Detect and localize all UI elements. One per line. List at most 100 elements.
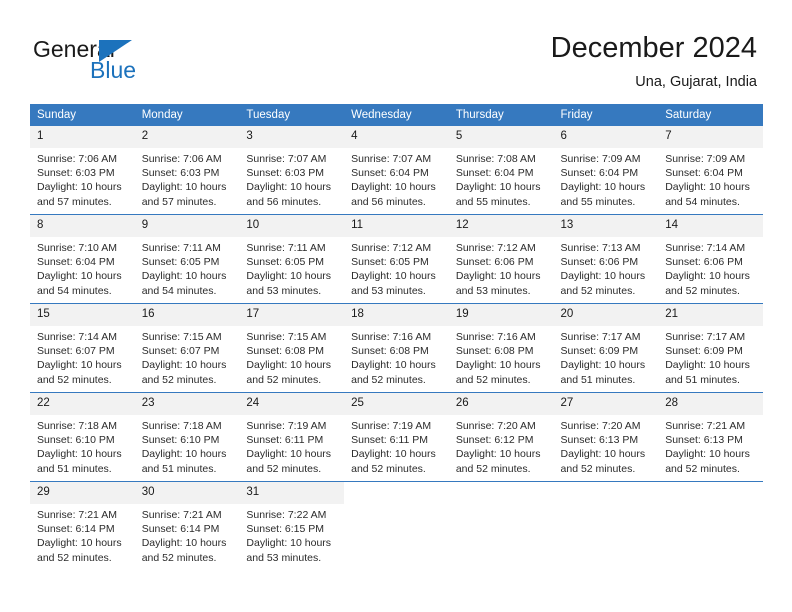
sunset-text: Sunset: 6:03 PM [246,167,325,180]
day-cell-inner: 11 Sunrise: 7:12 AM Sunset: 6:05 PM Dayligh… [344,215,449,303]
day-details: Sunrise: 7:06 AM Sunset: 6:03 PM Daylight:… [135,148,240,209]
day-details: Sunrise: 7:15 AM Sunset: 6:08 PM Daylight:… [239,326,344,387]
calendar-day-cell[interactable]: 30 Sunrise: 7:21 AM Sunset: 6:14 PM Dayligh… [134,481,240,570]
daylight-text-line1: Daylight: 10 hours [455,270,541,283]
calendar-week-row: 15 Sunrise: 7:14 AM Sunset: 6:07 PM Dayligh… [30,303,763,393]
calendar-day-cell[interactable]: 2 Sunrise: 7:06 AM Sunset: 6:03 PM Daylight… [134,126,240,215]
title-block: December 2024 Una, Gujarat, India [551,30,757,93]
calendar-day-cell[interactable]: 11 Sunrise: 7:12 AM Sunset: 6:05 PM Dayligh… [344,214,449,304]
sunset-text: Sunset: 6:07 PM [141,345,220,358]
sunrise-text: Sunrise: 7:17 AM [560,331,641,343]
page-subtitle-location: Una, Gujarat, India [635,74,757,90]
logo-text-blue: Blue [90,57,137,83]
weekday-header-friday: Friday [553,104,659,126]
day-number: 8 [30,215,135,237]
sunrise-text: Sunrise: 7:08 AM [455,153,536,165]
sunrise-text: Sunrise: 7:12 AM [351,242,432,254]
daylight-text-line1: Daylight: 10 hours [455,181,541,194]
daylight-text-line1: Daylight: 10 hours [455,359,541,372]
sunrise-text: Sunrise: 7:15 AM [246,331,327,343]
day-number: 3 [239,126,345,148]
calendar-day-cell[interactable]: 3 Sunrise: 7:07 AM Sunset: 6:03 PM Daylight… [239,126,345,215]
calendar-day-cell[interactable]: 4 Sunrise: 7:07 AM Sunset: 6:04 PM Daylight… [344,126,449,215]
day-number: 15 [30,304,135,326]
daylight-text-line1: Daylight: 10 hours [560,448,646,461]
sunset-text: Sunset: 6:04 PM [665,167,743,180]
calendar-day-cell[interactable]: 13 Sunrise: 7:13 AM Sunset: 6:06 PM Dayligh… [553,214,659,304]
day-number: 23 [134,393,240,415]
sunrise-text: Sunrise: 7:11 AM [246,242,326,254]
calendar-day-cell[interactable]: 1 Sunrise: 7:06 AM Sunset: 6:03 PM Daylight… [30,126,135,215]
calendar-day-cell[interactable]: 28 Sunrise: 7:21 AM Sunset: 6:13 PM Dayligh… [658,392,763,482]
sunset-text: Sunset: 6:08 PM [455,345,534,358]
sunrise-text: Sunrise: 7:11 AM [141,242,221,254]
day-cell-inner: 20 Sunrise: 7:17 AM Sunset: 6:09 PM Dayligh… [553,304,659,392]
calendar-day-cell[interactable]: 8 Sunrise: 7:10 AM Sunset: 6:04 PM Daylight… [30,214,135,304]
calendar-day-cell[interactable]: 18 Sunrise: 7:16 AM Sunset: 6:08 PM Dayligh… [344,303,449,393]
calendar-day-cell[interactable]: 12 Sunrise: 7:12 AM Sunset: 6:06 PM Dayligh… [448,214,554,304]
day-cell-inner: 13 Sunrise: 7:13 AM Sunset: 6:06 PM Dayligh… [553,215,659,303]
daylight-text-line1: Daylight: 10 hours [665,448,750,461]
weekday-header-tuesday: Tuesday [239,104,345,126]
day-details: Sunrise: 7:11 AM Sunset: 6:05 PM Daylight:… [239,237,344,298]
day-number: 14 [658,215,763,237]
calendar-day-cell[interactable]: 7 Sunrise: 7:09 AM Sunset: 6:04 PM Daylight… [658,126,763,215]
day-details: Sunrise: 7:09 AM Sunset: 6:04 PM Daylight:… [658,148,763,209]
day-details: Sunrise: 7:13 AM Sunset: 6:06 PM Daylight:… [554,237,659,298]
calendar-day-cell[interactable]: 29 Sunrise: 7:21 AM Sunset: 6:14 PM Dayligh… [30,481,135,570]
day-cell-inner: 5 Sunrise: 7:08 AM Sunset: 6:04 PM Daylight… [448,126,554,214]
calendar-day-cell[interactable]: 21 Sunrise: 7:17 AM Sunset: 6:09 PM Dayligh… [658,303,763,393]
day-cell-inner: 1 Sunrise: 7:06 AM Sunset: 6:03 PM Daylight… [30,126,135,214]
day-number: 5 [448,126,554,148]
sunset-text: Sunset: 6:08 PM [246,345,325,358]
day-cell-inner: 6 Sunrise: 7:09 AM Sunset: 6:04 PM Daylight… [553,126,659,214]
calendar-day-cell[interactable]: 31 Sunrise: 7:22 AM Sunset: 6:15 PM Dayligh… [239,481,345,570]
calendar-day-cell[interactable]: 20 Sunrise: 7:17 AM Sunset: 6:09 PM Dayligh… [553,303,659,393]
calendar-day-cell[interactable]: 15 Sunrise: 7:14 AM Sunset: 6:07 PM Dayligh… [30,303,135,393]
calendar-day-cell[interactable]: 22 Sunrise: 7:18 AM Sunset: 6:10 PM Dayligh… [30,392,135,482]
daylight-text-line1: Daylight: 10 hours [455,448,541,461]
daylight-text-line1: Daylight: 10 hours [141,181,227,194]
calendar-day-cell[interactable]: 17 Sunrise: 7:15 AM Sunset: 6:08 PM Dayligh… [239,303,345,393]
daylight-text-line1: Daylight: 10 hours [37,181,122,194]
sunrise-text: Sunrise: 7:20 AM [455,420,536,432]
calendar-day-cell[interactable]: 24 Sunrise: 7:19 AM Sunset: 6:11 PM Dayligh… [239,392,345,482]
calendar-day-cell[interactable]: 27 Sunrise: 7:20 AM Sunset: 6:13 PM Dayligh… [553,392,659,482]
calendar-cell-empty [344,481,449,570]
day-cell-inner [448,482,554,570]
daylight-text-line2: and 56 minutes. [246,195,322,208]
calendar-day-cell[interactable]: 26 Sunrise: 7:20 AM Sunset: 6:12 PM Dayligh… [448,392,554,482]
daylight-text-line2: and 57 minutes. [37,195,112,208]
daylight-text-line2: and 54 minutes. [37,284,112,297]
sunrise-text: Sunrise: 7:12 AM [455,242,536,254]
calendar-day-cell[interactable]: 19 Sunrise: 7:16 AM Sunset: 6:08 PM Dayligh… [448,303,554,393]
daylight-text-line2: and 51 minutes. [37,462,112,475]
calendar-week-row: 29 Sunrise: 7:21 AM Sunset: 6:14 PM Dayligh… [30,481,763,570]
day-number: 13 [553,215,659,237]
day-number: 24 [239,393,345,415]
daylight-text-line2: and 52 minutes. [455,462,531,475]
day-number: 2 [134,126,240,148]
day-cell-inner: 9 Sunrise: 7:11 AM Sunset: 6:05 PM Daylight… [134,215,240,303]
sunrise-text: Sunrise: 7:20 AM [560,420,641,432]
calendar-day-cell[interactable]: 14 Sunrise: 7:14 AM Sunset: 6:06 PM Dayligh… [658,214,763,304]
daylight-text-line1: Daylight: 10 hours [665,359,750,372]
day-details: Sunrise: 7:17 AM Sunset: 6:09 PM Daylight:… [554,326,659,387]
daylight-text-line2: and 52 minutes. [246,373,322,386]
general-blue-logo[interactable]: General Blue [33,36,223,88]
sunrise-text: Sunrise: 7:06 AM [37,153,117,165]
day-cell-inner [658,482,763,570]
calendar-day-cell[interactable]: 16 Sunrise: 7:15 AM Sunset: 6:07 PM Dayligh… [134,303,240,393]
sunset-text: Sunset: 6:05 PM [351,256,429,269]
calendar-day-cell[interactable]: 9 Sunrise: 7:11 AM Sunset: 6:05 PM Daylight… [134,214,240,304]
calendar-day-cell[interactable]: 23 Sunrise: 7:18 AM Sunset: 6:10 PM Dayligh… [134,392,240,482]
day-cell-inner: 2 Sunrise: 7:06 AM Sunset: 6:03 PM Daylight… [134,126,240,214]
sunrise-text: Sunrise: 7:21 AM [665,420,746,432]
calendar-day-cell[interactable]: 25 Sunrise: 7:19 AM Sunset: 6:11 PM Dayligh… [344,392,449,482]
sunrise-text: Sunrise: 7:13 AM [560,242,641,254]
daylight-text-line1: Daylight: 10 hours [141,537,227,550]
day-number: 25 [344,393,449,415]
calendar-day-cell[interactable]: 10 Sunrise: 7:11 AM Sunset: 6:05 PM Dayligh… [239,214,345,304]
calendar-day-cell[interactable]: 6 Sunrise: 7:09 AM Sunset: 6:04 PM Daylight… [553,126,659,215]
calendar-day-cell[interactable]: 5 Sunrise: 7:08 AM Sunset: 6:04 PM Daylight… [448,126,554,215]
